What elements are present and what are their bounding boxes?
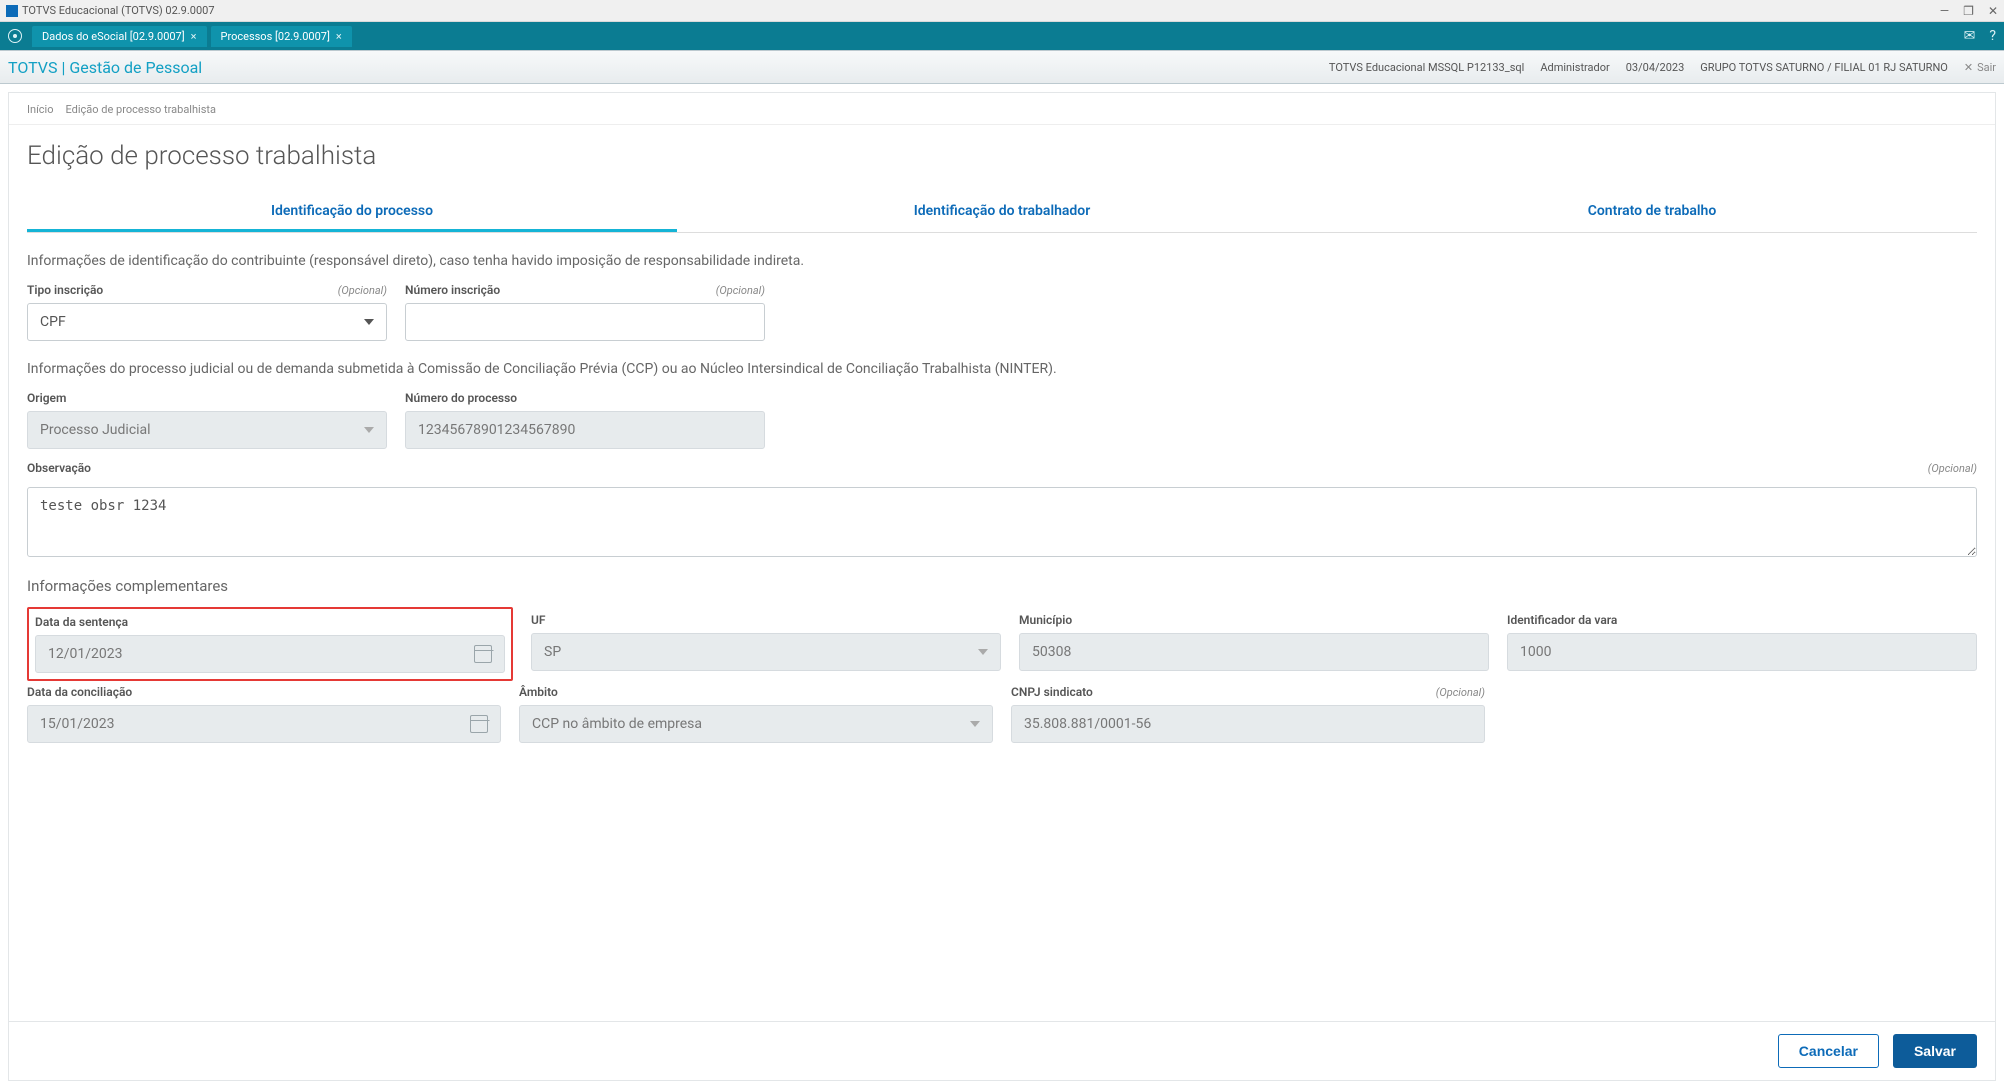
ribbon-bar: Dados do eSocial [02.9.0007] × Processos…: [0, 22, 2004, 50]
window-close-button[interactable]: ✕: [1988, 4, 1998, 18]
close-icon[interactable]: ×: [336, 30, 342, 43]
calendar-icon: [474, 645, 492, 663]
label-municipio: Município: [1019, 613, 1072, 627]
section-info-compl-title: Informações complementares: [27, 577, 1977, 595]
data-conciliacao-value: 15/01/2023: [40, 716, 115, 732]
ribbon-tab-esocial[interactable]: Dados do eSocial [02.9.0007] ×: [32, 26, 207, 47]
data-sentenca-value: 12/01/2023: [48, 646, 123, 662]
window-title: TOTVS Educacional (TOTVS) 02.9.0007: [22, 4, 215, 17]
user-label: Administrador: [1540, 61, 1609, 74]
tab-contrato-trabalho[interactable]: Contrato de trabalho: [1327, 189, 1977, 232]
cnpj-sindicato-value: 35.808.881/0001-56: [1024, 716, 1151, 732]
label-cnpj-sindicato: CNPJ sindicato: [1011, 685, 1093, 699]
label-ambito: Âmbito: [519, 685, 558, 699]
ribbon-tab-label: Processos [02.9.0007]: [221, 30, 330, 43]
logout-label: Sair: [1977, 61, 1996, 74]
uf-select: SP: [531, 633, 1001, 671]
company-label: GRUPO TOTVS SATURNO / FILIAL 01 RJ SATUR…: [1700, 61, 1948, 74]
label-numero-inscricao: Número inscrição: [405, 283, 500, 297]
data-sentenca-input: 12/01/2023: [35, 635, 505, 673]
optional-tag: (Opcional): [716, 284, 765, 297]
cancel-button[interactable]: Cancelar: [1778, 1034, 1879, 1068]
breadcrumb-home[interactable]: Início: [27, 103, 54, 116]
id-vara-input: 1000: [1507, 633, 1977, 671]
optional-tag: (Opcional): [338, 284, 387, 297]
label-numero-processo: Número do processo: [405, 391, 517, 405]
section-processo-text: Informações do processo judicial ou de d…: [27, 361, 1977, 377]
section-contribuinte-text: Informações de identificação do contribu…: [27, 253, 1977, 269]
env-label: TOTVS Educacional MSSQL P12133_sql: [1329, 61, 1524, 74]
page-title: Edição de processo trabalhista: [27, 141, 1977, 171]
origem-value: Processo Judicial: [40, 422, 151, 438]
tab-bar: Identificação do processo Identificação …: [27, 189, 1977, 233]
chevron-down-icon: [978, 649, 988, 655]
app-logo-icon: [6, 5, 18, 17]
tipo-inscricao-select[interactable]: CPF: [27, 303, 387, 341]
numero-processo-input: 12345678901234567890: [405, 411, 765, 449]
municipio-input: 50308: [1019, 633, 1489, 671]
chevron-down-icon: [970, 721, 980, 727]
close-icon[interactable]: ×: [191, 30, 197, 43]
breadcrumb: Início Edição de processo trabalhista: [9, 93, 1995, 125]
cnpj-sindicato-input: 35.808.881/0001-56: [1011, 705, 1485, 743]
window-titlebar: TOTVS Educacional (TOTVS) 02.9.0007 — ❐ …: [0, 0, 2004, 22]
label-tipo-inscricao: Tipo inscrição: [27, 283, 103, 297]
breadcrumb-current: Edição de processo trabalhista: [66, 103, 216, 116]
numero-processo-value: 12345678901234567890: [418, 422, 575, 438]
window-restore-button[interactable]: ❐: [1963, 4, 1974, 18]
calendar-icon: [470, 715, 488, 733]
ambito-value: CCP no âmbito de empresa: [532, 716, 702, 732]
observacao-textarea[interactable]: [27, 487, 1977, 557]
ribbon-tab-label: Dados do eSocial [02.9.0007]: [42, 30, 185, 43]
ambito-select: CCP no âmbito de empresa: [519, 705, 993, 743]
id-vara-value: 1000: [1520, 644, 1551, 660]
tab-identificacao-trabalhador[interactable]: Identificação do trabalhador: [677, 189, 1327, 232]
module-header: TOTVS | Gestão de Pessoal TOTVS Educacio…: [0, 50, 2004, 84]
save-button[interactable]: Salvar: [1893, 1034, 1977, 1068]
help-icon[interactable]: ?: [1989, 28, 1996, 44]
tab-identificacao-processo[interactable]: Identificação do processo: [27, 189, 677, 232]
window-minimize-button[interactable]: —: [1940, 4, 1949, 18]
date-label: 03/04/2023: [1626, 61, 1685, 74]
logout-button[interactable]: ✕ Sair: [1964, 61, 1996, 74]
tipo-inscricao-value: CPF: [40, 314, 66, 330]
module-title: TOTVS | Gestão de Pessoal: [8, 58, 202, 77]
page-footer: Cancelar Salvar: [9, 1021, 1995, 1080]
label-id-vara: Identificador da vara: [1507, 613, 1617, 627]
highlight-data-sentenca: Data da sentença 12/01/2023: [27, 607, 513, 681]
chevron-down-icon: [364, 427, 374, 433]
optional-tag: (Opcional): [1436, 686, 1485, 699]
target-icon[interactable]: [8, 29, 22, 43]
label-origem: Origem: [27, 391, 66, 405]
close-icon: ✕: [1964, 61, 1973, 74]
label-observacao: Observação: [27, 461, 91, 475]
label-uf: UF: [531, 613, 545, 627]
uf-value: SP: [544, 644, 561, 660]
optional-tag: (Opcional): [1928, 462, 1977, 475]
ribbon-tab-processos[interactable]: Processos [02.9.0007] ×: [211, 26, 352, 47]
municipio-value: 50308: [1032, 644, 1071, 660]
label-data-sentenca: Data da sentença: [35, 615, 128, 629]
label-data-conciliacao: Data da conciliação: [27, 685, 132, 699]
page-card: Início Edição de processo trabalhista Ed…: [8, 92, 1996, 1081]
chevron-down-icon: [364, 319, 374, 325]
numero-inscricao-input[interactable]: [405, 303, 765, 341]
data-conciliacao-input: 15/01/2023: [27, 705, 501, 743]
mail-icon[interactable]: ✉: [1964, 28, 1976, 44]
origem-select: Processo Judicial: [27, 411, 387, 449]
